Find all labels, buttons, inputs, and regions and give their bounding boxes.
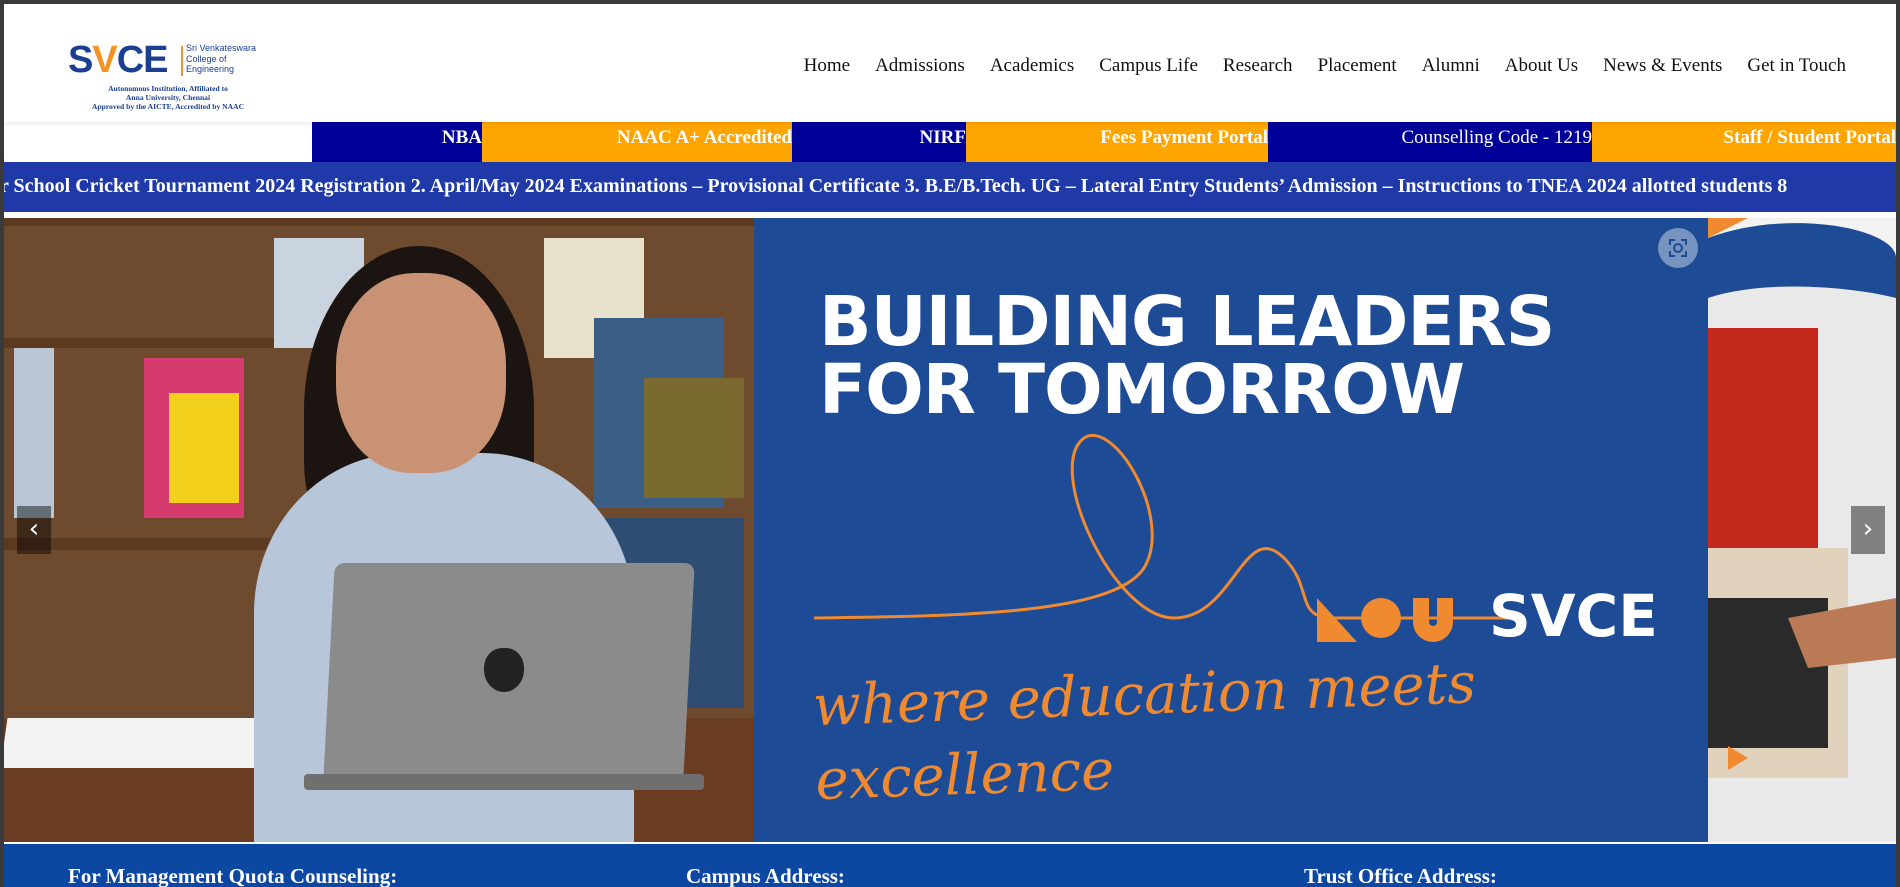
quick-link-staff-student-portal[interactable]: Staff / Student Portal (1592, 122, 1896, 162)
banner-headline: BUILDING LEADERS FOR TOMORROW (819, 282, 1555, 430)
quick-link-nba[interactable]: NBA (312, 122, 482, 162)
banner-slide: BUILDING LEADERS FOR TOMORROW SVCE where… (754, 218, 1708, 842)
footer-management-title: For Management Quota Counseling: (68, 864, 398, 887)
quick-link-naac[interactable]: NAAC A+ Accredited (482, 122, 792, 162)
banner-tagline: where education meets excellence (811, 651, 1477, 814)
logo-mark: SVCE (68, 39, 169, 81)
quick-link-counselling-code[interactable]: Counselling Code - 1219 (1268, 122, 1592, 162)
college-logo[interactable]: SVCE Sri Venkateswara College of Enginee… (68, 40, 268, 116)
lens-search-button[interactable] (1658, 228, 1698, 268)
ticker-text[interactable]: r School Cricket Tournament 2024 Registr… (4, 174, 1787, 198)
slider-next-button[interactable]: › (1851, 506, 1885, 554)
quick-link-nirf[interactable]: NIRF (792, 122, 966, 162)
banner-brand: SVCE (1489, 582, 1658, 650)
nav-admissions[interactable]: Admissions (875, 54, 965, 78)
footer-contact-strip: For Management Quota Counseling: Campus … (4, 844, 1896, 887)
nav-academics[interactable]: Academics (990, 54, 1074, 78)
nav-alumni[interactable]: Alumni (1422, 54, 1480, 78)
banner-shapes-icon (1317, 598, 1453, 642)
logo-tagline: Autonomous Institution, Affiliated to An… (91, 84, 245, 111)
footer-trust-title: Trust Office Address: (1304, 864, 1497, 887)
news-ticker: r School Cricket Tournament 2024 Registr… (4, 162, 1896, 212)
nav-placement[interactable]: Placement (1318, 54, 1397, 78)
site-header: SVCE Sri Venkateswara College of Enginee… (4, 4, 1896, 122)
student-photo (4, 218, 754, 842)
apple-logo-icon (484, 648, 524, 692)
nav-research[interactable]: Research (1223, 54, 1293, 78)
slider-prev-button[interactable]: ‹ (17, 506, 51, 554)
logo-divider (181, 46, 183, 76)
quick-links-bar: NBA NAAC A+ Accredited NIRF Fees Payment… (4, 122, 1896, 162)
nav-campus-life[interactable]: Campus Life (1099, 54, 1198, 78)
nav-home[interactable]: Home (804, 54, 850, 78)
lens-icon (1669, 239, 1687, 257)
browser-viewport: SVCE Sri Venkateswara College of Enginee… (4, 4, 1896, 887)
main-nav: Home Admissions Academics Campus Life Re… (804, 54, 1846, 78)
hero-slider: BUILDING LEADERS FOR TOMORROW SVCE where… (4, 218, 1896, 842)
logo-college-name: Sri Venkateswara College of Engineering (186, 43, 257, 74)
nav-get-in-touch[interactable]: Get in Touch (1747, 54, 1846, 78)
nav-news-events[interactable]: News & Events (1603, 54, 1722, 78)
quick-link-fees-payment[interactable]: Fees Payment Portal (966, 122, 1268, 162)
nav-about-us[interactable]: About Us (1505, 54, 1578, 78)
footer-campus-title: Campus Address: (686, 864, 845, 887)
